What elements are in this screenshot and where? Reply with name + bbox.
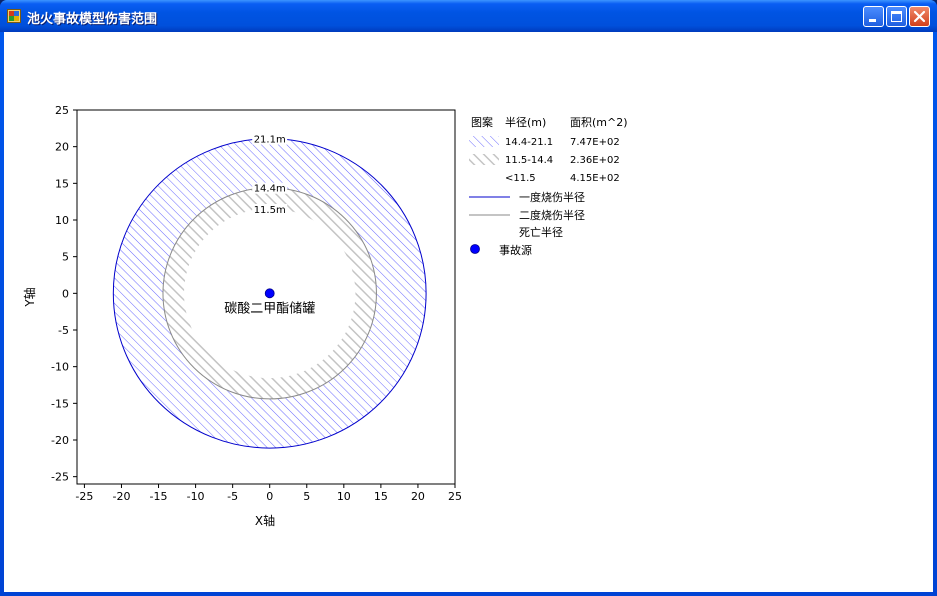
plot-area: 21.1m 14.4m 11.5m 碳酸二甲酯储罐: [76, 109, 456, 485]
x-tick-label: 15: [374, 490, 388, 503]
window-title: 池火事故模型伤害范围: [27, 12, 158, 27]
app-window: 池火事故模型伤害范围 21.1m 14.4m 11.5m 碳酸二甲酯储罐 -25…: [0, 0, 937, 596]
legend-header-area: 面积(m^2): [570, 116, 628, 129]
radius-label: 21.1m: [254, 135, 286, 146]
y-tick-label: 15: [55, 177, 69, 190]
legend-source-marker: [470, 244, 480, 254]
y-tick-label: 0: [62, 287, 69, 300]
x-tick-label: -5: [227, 490, 238, 503]
y-tick-label: -10: [51, 361, 69, 374]
x-tick-label: 25: [448, 490, 462, 503]
x-axis-label: X轴: [255, 513, 275, 528]
y-tick-label: -20: [51, 434, 69, 447]
legend-line-label: 一度烧伤半径: [519, 190, 585, 204]
legend-line-label: 死亡半径: [519, 225, 563, 239]
minimize-button[interactable]: [863, 6, 884, 27]
y-tick-label: -5: [58, 324, 69, 337]
x-tick-label: 0: [266, 490, 273, 503]
title-bar[interactable]: 池火事故模型伤害范围: [0, 0, 937, 32]
radius-label: 14.4m: [254, 184, 286, 195]
close-button[interactable]: [909, 6, 930, 27]
legend: 图案 半径(m) 面积(m^2) 14.4-21.1 7.47E+02 11.5…: [469, 115, 628, 257]
maximize-icon: [891, 11, 902, 22]
legend-swatch-blue-hatch: [469, 136, 499, 147]
legend-zone-range: <11.5: [505, 173, 536, 184]
x-tick-label: 20: [411, 490, 425, 503]
y-tick-label: -15: [51, 397, 69, 410]
y-tick-label: 5: [62, 251, 69, 264]
legend-header-pattern: 图案: [471, 115, 493, 129]
y-tick-label: 20: [55, 141, 69, 154]
y-tick-label: 10: [55, 214, 69, 227]
close-icon: [913, 10, 926, 23]
app-icon: [7, 9, 21, 23]
x-tick-label: -10: [187, 490, 205, 503]
x-tick-label: 5: [303, 490, 310, 503]
y-axis-label: Y轴: [22, 287, 37, 307]
accident-source-marker: [264, 288, 275, 299]
damage-range-chart: 21.1m 14.4m 11.5m 碳酸二甲酯储罐 -25 -20 -15 -10 -5 0 5…: [22, 104, 628, 528]
legend-source-label: 事故源: [499, 243, 532, 257]
accident-source-label: 碳酸二甲酯储罐: [224, 301, 315, 316]
x-tick-label: -25: [75, 490, 93, 503]
legend-zone-range: 14.4-21.1: [505, 137, 553, 148]
y-axis: 25 20 15 10 5 0 -5 -10 -15 -20 -25: [51, 104, 77, 484]
x-tick-label: 10: [337, 490, 351, 503]
legend-zone-area: 4.15E+02: [570, 173, 620, 184]
legend-zone-area: 7.47E+02: [570, 137, 620, 148]
x-tick-label: -15: [150, 490, 168, 503]
minimize-icon: [869, 19, 876, 22]
maximize-button[interactable]: [886, 6, 907, 27]
legend-zone-range: 11.5-14.4: [505, 155, 553, 166]
legend-line-label: 二度烧伤半径: [519, 208, 585, 222]
legend-swatch-gray-hatch: [469, 154, 499, 165]
x-tick-label: -20: [112, 490, 130, 503]
legend-header-radius: 半径(m): [505, 115, 546, 129]
y-tick-label: 25: [55, 104, 69, 117]
legend-zone-area: 2.36E+02: [570, 155, 620, 166]
radius-label: 11.5m: [254, 205, 286, 216]
x-axis: -25 -20 -15 -10 -5 0 5 10 15 20 25: [75, 484, 462, 503]
y-tick-label: -25: [51, 471, 69, 484]
client-area: 21.1m 14.4m 11.5m 碳酸二甲酯储罐 -25 -20 -15 -10 -5 0 5…: [4, 32, 933, 592]
